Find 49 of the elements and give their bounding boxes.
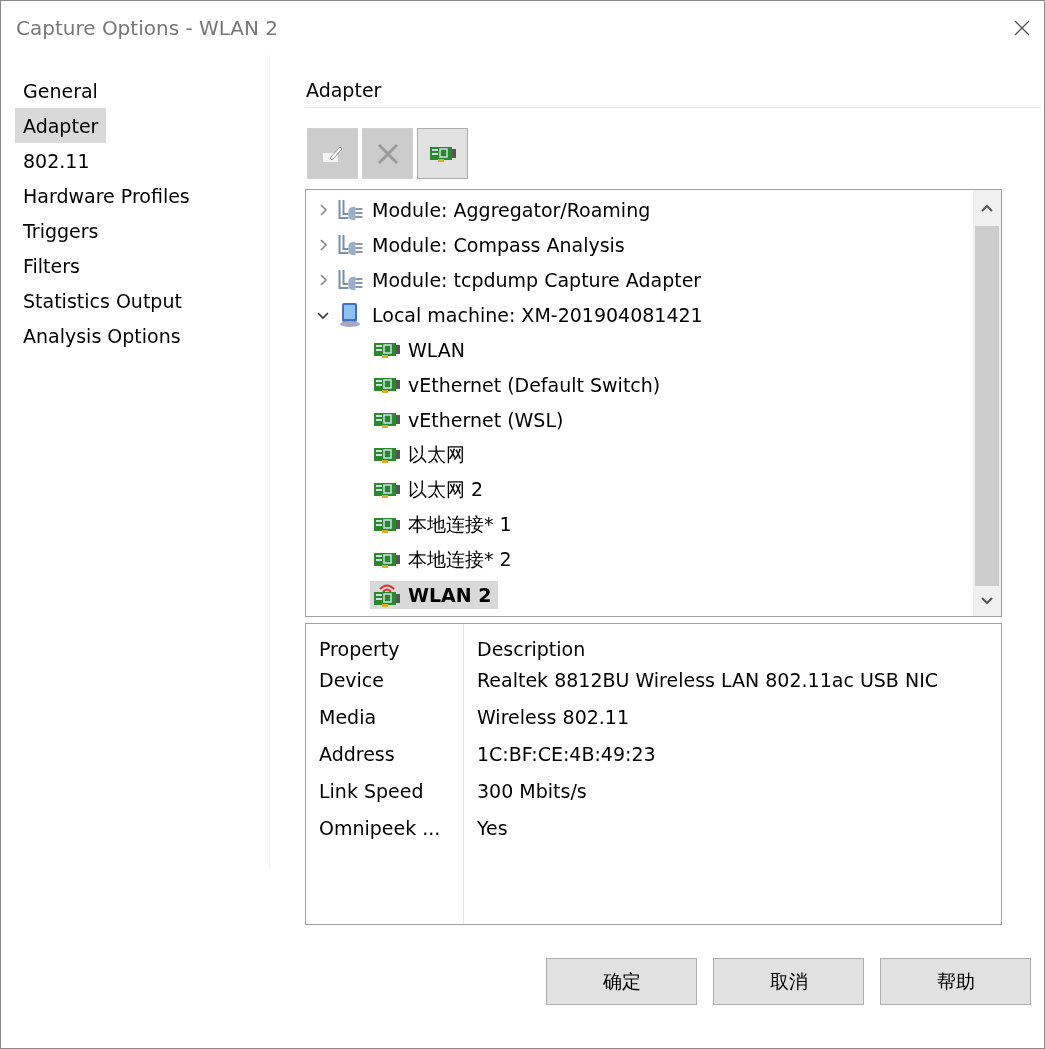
sidebar-item[interactable]: 802.11	[15, 143, 98, 178]
tree-item[interactable]: 本地连接* 2	[370, 543, 518, 576]
pencil-icon	[321, 144, 344, 163]
network-card-icon	[374, 446, 400, 463]
dialog-button[interactable]: 确定	[546, 958, 697, 1005]
tree-item[interactable]: Module: Aggregator/Roaming	[334, 195, 657, 224]
tree-item[interactable]: 以太网	[370, 438, 471, 471]
network-card-icon	[374, 551, 400, 568]
network-card-icon	[374, 516, 400, 533]
close-icon[interactable]	[1014, 20, 1030, 36]
tree-item[interactable]: vEthernet (Default Switch)	[370, 370, 667, 399]
table-cell-text: 1C:BF:CE:4B:49:23	[476, 741, 657, 767]
computer-icon	[340, 302, 362, 327]
network-card-icon	[374, 411, 400, 428]
plug-icon	[338, 268, 364, 291]
close-icon	[375, 141, 400, 166]
plug-icon	[338, 198, 364, 221]
scrollbar[interactable]	[973, 190, 1001, 616]
tree-item[interactable]: Local machine: XM-201904081421	[334, 300, 709, 329]
sidebar-item[interactable]: Adapter	[15, 108, 107, 143]
tree-item[interactable]: 以太网 2	[370, 473, 490, 506]
plug-icon	[338, 233, 364, 256]
sidebar-item[interactable]: Statistics Output	[15, 283, 190, 318]
tree-item[interactable]: Module: Compass Analysis	[334, 230, 631, 259]
table-cell-text: Yes	[476, 815, 509, 841]
tree-item[interactable]: Module: tcpdump Capture Adapter	[334, 265, 708, 294]
sidebar-item[interactable]: Analysis Options	[15, 318, 189, 353]
window-title: Capture Options - WLAN 2	[16, 16, 279, 40]
dialog-button[interactable]: 取消	[713, 958, 864, 1005]
network-card-icon	[374, 376, 400, 393]
adapter-button[interactable]	[417, 128, 468, 179]
dialog-button[interactable]: 帮助	[880, 958, 1031, 1005]
network-card-icon	[374, 341, 400, 358]
network-card-icon	[429, 145, 456, 162]
sidebar-item[interactable]: General	[15, 73, 106, 108]
table-cell-text: Media	[318, 704, 378, 730]
network-card-icon	[374, 481, 400, 498]
table-cell-text: Omnipeek ...	[318, 815, 442, 841]
table-cell-text: Wireless 802.11	[476, 704, 631, 730]
section-title: Adapter	[305, 77, 1042, 108]
tree-item[interactable]: 本地连接* 1	[370, 508, 518, 541]
tree-item[interactable]: vEthernet (WSL)	[370, 405, 570, 434]
table-cell-text: 300 Mbits/s	[476, 778, 588, 804]
table-cell-text: Link Speed	[318, 778, 425, 804]
tree-item[interactable]: WLAN	[370, 335, 472, 364]
table-cell-text: Address	[318, 741, 396, 767]
sidebar-item[interactable]: Hardware Profiles	[15, 178, 198, 213]
sidebar-item[interactable]: Filters	[15, 248, 88, 283]
sidebar-item[interactable]: Triggers	[15, 213, 107, 248]
